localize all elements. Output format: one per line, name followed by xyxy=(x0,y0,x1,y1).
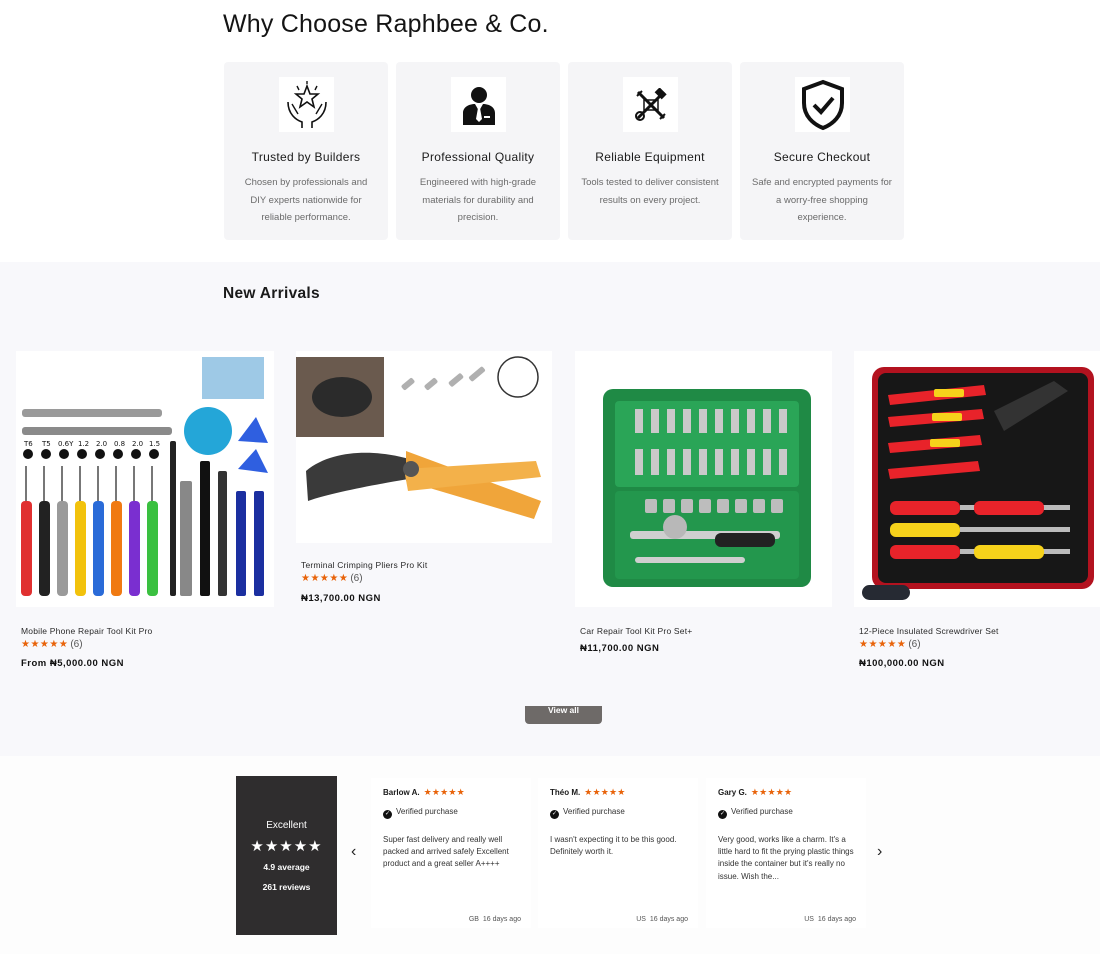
svg-text:2.0: 2.0 xyxy=(96,440,107,448)
review-meta: US 16 days ago xyxy=(636,916,688,923)
star-icons: ★★★★★ xyxy=(423,787,465,797)
reviewer-name-text: Barlow A. xyxy=(383,788,420,797)
reviews-section: Excellent ★★★★★ 4.9 average 261 reviews … xyxy=(0,756,1100,954)
check-circle-icon: ✓ xyxy=(718,810,727,819)
product-rating: ★★★★★ (6) xyxy=(21,639,83,650)
review-card: Barlow A. ★★★★★ ✓ Verified purchase Super … xyxy=(371,778,531,928)
svg-text:0.6Y: 0.6Y xyxy=(58,440,74,448)
check-circle-icon: ✓ xyxy=(550,810,559,819)
svg-text:2.0: 2.0 xyxy=(132,440,143,448)
review-text: Super fast delivery and really well pack… xyxy=(383,835,509,869)
review-card: Théo M. ★★★★★ ✓ Verified purchase I wasn't… xyxy=(538,778,698,928)
rating-average: 4.9 average xyxy=(263,862,310,872)
svg-text:T5: T5 xyxy=(41,440,51,448)
feature-title: Secure Checkout xyxy=(773,150,871,164)
reviews-count: 261 reviews xyxy=(262,882,311,892)
product-card[interactable]: 12-Piece Insulated Screwdriver Set ★★★★★… xyxy=(854,351,1100,681)
feature-card-checkout: Secure Checkout Safe and encrypted payme… xyxy=(740,62,904,240)
review-meta: US 16 days ago xyxy=(804,916,856,923)
review-country: GB xyxy=(468,916,479,923)
feature-description: Chosen by professionals and DIY experts … xyxy=(244,177,368,223)
rating-summary: Excellent ★★★★★ 4.9 average 261 reviews xyxy=(236,776,337,935)
feature-description: Tools tested to deliver consistent resul… xyxy=(581,177,719,206)
tools-icon xyxy=(623,77,678,132)
verified-label: Verified purchase xyxy=(396,807,458,816)
product-name[interactable]: Mobile Phone Repair Tool Kit Pro xyxy=(21,626,152,636)
chevron-right-icon[interactable]: › xyxy=(877,844,882,860)
check-circle-icon: ✓ xyxy=(383,810,392,819)
review-count: (6) xyxy=(70,639,83,650)
star-icons: ★★★★★ xyxy=(584,787,626,797)
star-icons: ★★★★★ xyxy=(859,639,907,650)
product-image-insulated-screwdriver-set[interactable] xyxy=(854,351,1100,607)
feature-card-quality: Professional Quality Engineered with hig… xyxy=(396,62,560,240)
review-text: Very good, works like a charm. It's a li… xyxy=(718,835,854,881)
review-meta: GB 16 days ago xyxy=(469,916,521,923)
svg-text:1.5: 1.5 xyxy=(149,440,160,448)
professional-person-icon xyxy=(451,77,506,132)
sale-badge xyxy=(862,585,910,600)
product-card[interactable]: Car Repair Tool Kit Pro Set+ ₦11,700.00 … xyxy=(575,351,833,661)
feature-title: Reliable Equipment xyxy=(595,150,705,164)
review-country: US xyxy=(636,916,646,923)
star-icons: ★★★★★ xyxy=(21,639,69,650)
product-rating: ★★★★★ (6) xyxy=(301,573,363,584)
review-count: (6) xyxy=(908,639,921,650)
verified-purchase: ✓ Verified purchase xyxy=(718,807,793,819)
feature-card-equipment: Reliable Equipment Tools tested to deliv… xyxy=(568,62,732,240)
view-all-button[interactable]: View all xyxy=(525,706,602,724)
verified-label: Verified purchase xyxy=(731,807,793,816)
review-country: US xyxy=(804,916,814,923)
reviewer-name: Théo M. ★★★★★ xyxy=(550,787,626,798)
rating-label: Excellent xyxy=(266,820,307,831)
product-image-car-repair-kit[interactable] xyxy=(575,351,832,607)
review-age: 16 days ago xyxy=(649,916,688,923)
reviewer-name-text: Gary G. xyxy=(718,788,747,797)
reviewer-name: Barlow A. ★★★★★ xyxy=(383,787,465,798)
svg-text:0.8: 0.8 xyxy=(114,440,125,448)
why-choose-section: Why Choose Raphbee & Co. Trusted by Buil… xyxy=(0,0,1100,262)
product-rating: ★★★★★ (6) xyxy=(859,639,921,650)
product-name[interactable]: Terminal Crimping Pliers Pro Kit xyxy=(301,560,427,570)
new-arrivals-title: New Arrivals xyxy=(223,285,320,302)
product-name[interactable]: 12-Piece Insulated Screwdriver Set xyxy=(859,626,999,636)
feature-description: Engineered with high-grade materials for… xyxy=(419,177,537,223)
feature-title: Trusted by Builders xyxy=(251,150,361,164)
star-icons: ★★★★★ xyxy=(301,573,349,584)
product-card[interactable]: T6 T5 0.6Y 1.2 2.0 0.8 2.0 1.5 Mobile Ph… xyxy=(16,351,274,681)
why-choose-title: Why Choose Raphbee & Co. xyxy=(223,10,549,38)
feature-description: Safe and encrypted payments for a worry-… xyxy=(752,177,892,223)
new-arrivals-section: New Arrivals T6 T5 0.6Y 1.2 2.0 0.8 2.0 1.5 xyxy=(0,262,1100,756)
product-price: ₦13,700.00 NGN xyxy=(301,593,381,604)
star-icons: ★★★★★ xyxy=(250,838,323,855)
reviewer-name-text: Théo M. xyxy=(550,788,581,797)
verified-purchase: ✓ Verified purchase xyxy=(383,807,458,819)
product-card[interactable]: Terminal Crimping Pliers Pro Kit ★★★★★ (6… xyxy=(296,351,554,651)
review-age: 16 days ago xyxy=(817,916,856,923)
reviewer-name: Gary G. ★★★★★ xyxy=(718,787,792,798)
hands-star-icon xyxy=(279,77,334,132)
review-count: (6) xyxy=(350,573,363,584)
shield-check-icon xyxy=(795,77,850,132)
star-icons: ★★★★★ xyxy=(750,787,793,797)
feature-title: Professional Quality xyxy=(421,150,535,164)
verified-purchase: ✓ Verified purchase xyxy=(550,807,625,819)
feature-card-trusted: Trusted by Builders Chosen by profession… xyxy=(224,62,388,240)
verified-label: Verified purchase xyxy=(563,807,625,816)
review-text: I wasn't expecting it to be this good. D… xyxy=(550,835,677,857)
product-price: From ₦5,000.00 NGN xyxy=(21,658,124,669)
product-image-crimping-pliers[interactable] xyxy=(296,351,552,543)
product-price: ₦11,700.00 NGN xyxy=(580,643,660,654)
svg-text:1.2: 1.2 xyxy=(78,440,89,448)
product-price: ₦100,000.00 NGN xyxy=(859,658,945,669)
chevron-left-icon[interactable]: ‹ xyxy=(351,844,356,860)
svg-text:T6: T6 xyxy=(23,440,33,448)
review-age: 16 days ago xyxy=(482,916,521,923)
product-name[interactable]: Car Repair Tool Kit Pro Set+ xyxy=(580,626,692,636)
review-card: Gary G. ★★★★★ ✓ Verified purchase Very goo… xyxy=(706,778,866,928)
product-image-phone-repair-kit[interactable]: T6 T5 0.6Y 1.2 2.0 0.8 2.0 1.5 xyxy=(16,351,274,607)
